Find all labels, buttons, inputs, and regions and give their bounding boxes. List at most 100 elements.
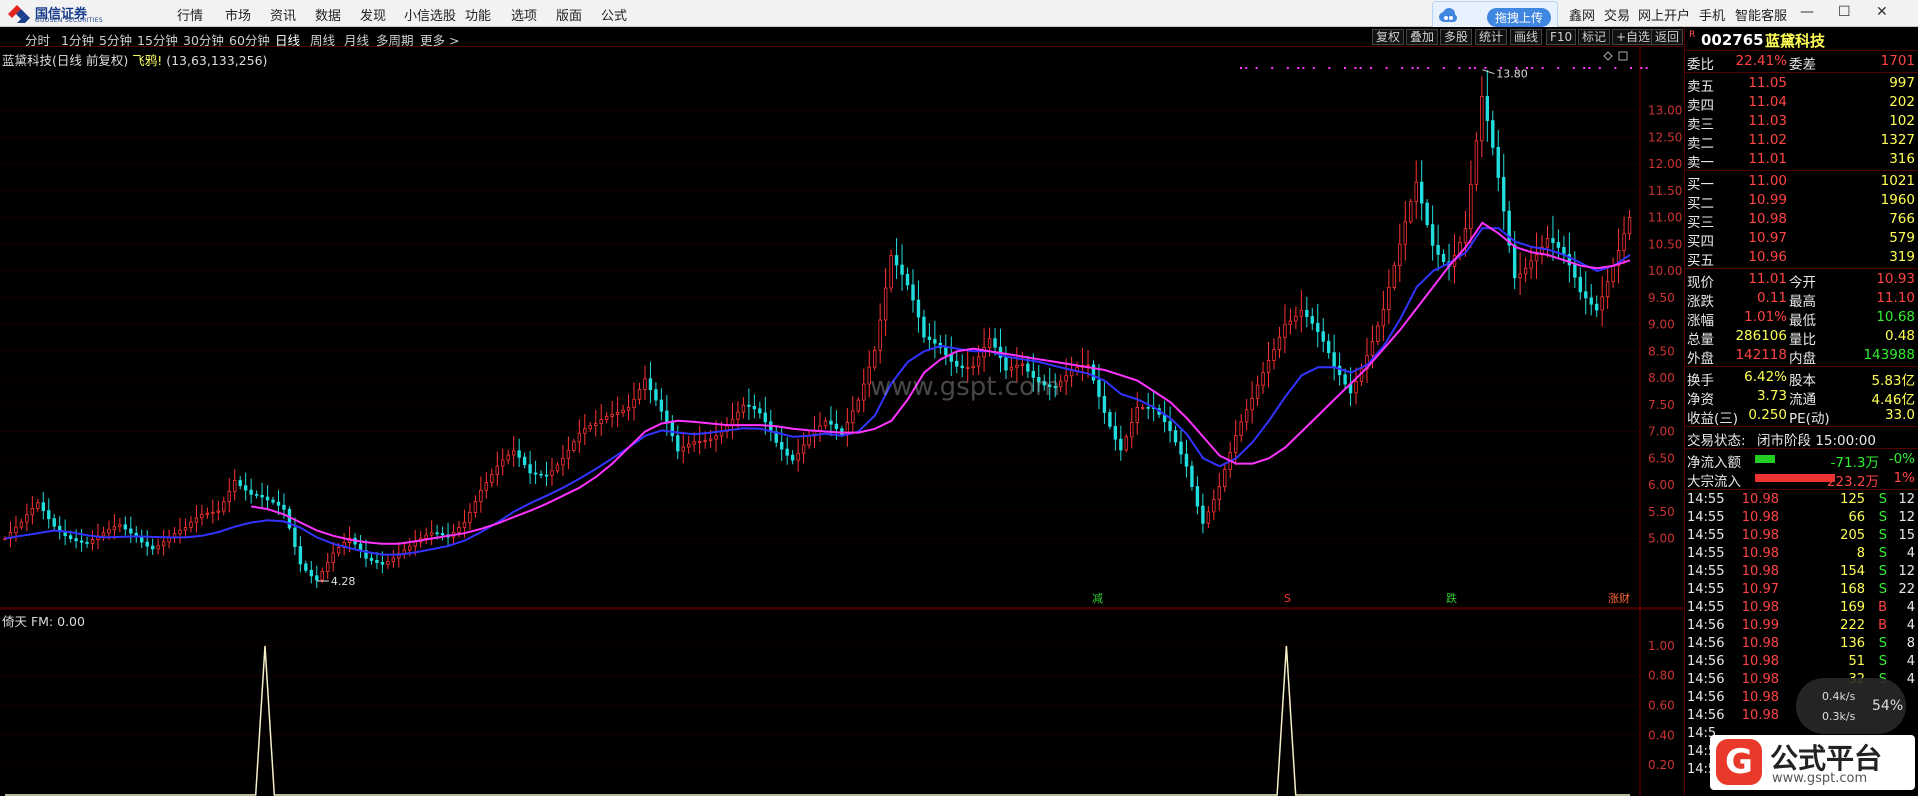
candle-body <box>249 489 253 495</box>
maximize-button[interactable]: ☐ <box>1838 4 1851 20</box>
tick-side: B <box>1878 600 1887 615</box>
toolbar-zixuan[interactable]: +自选 <box>1612 29 1655 45</box>
candle-body <box>1119 438 1123 451</box>
menu-kaihu[interactable]: 网上开户 <box>1638 5 1690 24</box>
menu-kefu[interactable]: 智能客服 <box>1735 5 1787 24</box>
speed-down: 0.3k/s <box>1822 710 1856 723</box>
buy-label: 买一 <box>1687 177 1714 193</box>
menu-jiaoyi[interactable]: 交易 <box>1604 5 1630 24</box>
candle-body <box>511 450 516 456</box>
y-tick-label: 12.50 <box>1648 130 1682 144</box>
stock-code: 002765 <box>1701 31 1764 49</box>
menu-xinwang[interactable]: 鑫网 <box>1569 5 1595 24</box>
signal-dot <box>1359 67 1362 69</box>
toolbar-tongji[interactable]: 统计 <box>1475 29 1508 45</box>
fund-label: 换手 <box>1687 373 1714 389</box>
quote-label: 涨跌 <box>1687 294 1714 310</box>
candle-body <box>872 349 877 368</box>
toolbar-fanhui[interactable]: 返回 <box>1651 29 1684 45</box>
sell-price: 11.05 <box>1748 75 1787 91</box>
buy-label: 买三 <box>1687 215 1714 231</box>
candle-body <box>1217 486 1221 500</box>
candle-body <box>287 508 292 529</box>
minimize-button[interactable]: — <box>1800 4 1814 20</box>
candle-body <box>506 454 510 461</box>
divider <box>1685 268 1918 269</box>
candle-body <box>424 534 428 539</box>
toolbar-f10[interactable]: F10 <box>1546 29 1577 45</box>
menu-gongshi[interactable]: 公式 <box>601 5 627 24</box>
menu-zixun[interactable]: 资讯 <box>270 5 296 24</box>
tick-row: 14:56 10.99 222 B 4 <box>1685 617 1918 635</box>
menu-shouji[interactable]: 手机 <box>1699 5 1725 24</box>
sell-label: 卖四 <box>1687 98 1714 114</box>
candle-body <box>987 338 992 348</box>
tick-side: B <box>1878 618 1887 633</box>
buy-row: 买一 11.00 1021 <box>1685 172 1918 193</box>
tick-price: 10.98 <box>1741 708 1779 723</box>
tick-row: 14:55 10.98 154 S 12 <box>1685 563 1918 581</box>
candle-body <box>293 527 297 547</box>
signal-dot <box>1500 67 1502 69</box>
candle-body <box>927 336 932 340</box>
candle-body <box>911 284 915 301</box>
candle-body <box>1004 357 1008 371</box>
tick-row: 14:55 10.98 66 S 12 <box>1685 509 1918 527</box>
candle-body <box>1600 296 1604 311</box>
menu-shichang[interactable]: 市场 <box>225 5 251 24</box>
candle-body <box>1283 323 1287 338</box>
candle-body <box>413 541 417 547</box>
buy-row: 买二 10.99 1960 <box>1685 191 1918 212</box>
menu-gongneng[interactable]: 功能 <box>465 5 491 24</box>
candle-body <box>681 446 685 452</box>
status-row: 交易状态: 闭市阶段 15:00:00 <box>1685 428 1918 449</box>
sell-volume: 997 <box>1889 75 1915 91</box>
toolbar-duogu[interactable]: 多股 <box>1440 29 1473 45</box>
candle-body <box>1556 242 1561 248</box>
signal-dot <box>1531 67 1534 69</box>
close-button[interactable]: ✕ <box>1876 4 1888 20</box>
candle-body <box>1425 202 1429 226</box>
candle-body <box>1064 375 1068 382</box>
tick-volume: 8 <box>1856 546 1865 561</box>
toolbar-diejia[interactable]: 叠加 <box>1406 29 1439 45</box>
toolbar-biaoji[interactable]: 标记 <box>1578 29 1611 45</box>
candle-body <box>265 496 270 501</box>
signal-dot <box>1354 67 1357 69</box>
candle-body <box>637 389 642 400</box>
tick-row: 14:56 10.98 136 S 8 <box>1685 635 1918 653</box>
tick-side: S <box>1878 582 1887 597</box>
menu-banmian[interactable]: 版面 <box>556 5 582 24</box>
candle-body <box>883 287 888 321</box>
candle-body <box>112 526 117 530</box>
toolbar-huaxian[interactable]: 画线 <box>1510 29 1543 45</box>
candle-body <box>1086 364 1090 367</box>
tick-time: 14:55 <box>1687 528 1725 543</box>
guosen-logo-icon <box>8 5 30 23</box>
menu-xuanxiang[interactable]: 选项 <box>511 5 537 24</box>
menu-hangqing[interactable]: 行情 <box>177 5 203 24</box>
candle-body <box>949 354 953 362</box>
tick-time: 14:56 <box>1687 618 1725 633</box>
tick-count: 4 <box>1906 672 1915 687</box>
tick-row: 14:56 10.98 51 S 4 <box>1685 653 1918 671</box>
speed-pct: 54% <box>1872 698 1904 714</box>
tick-price: 10.99 <box>1741 618 1779 633</box>
candlestick-chart[interactable]: 13.00 12.50 12.00 11.50 11.00 10.50 10.00 9.50 9… <box>0 47 1684 609</box>
candle-body <box>1430 224 1435 246</box>
menu-faxian[interactable]: 发现 <box>360 5 386 24</box>
chart-title-params: (13,63,133,256) <box>166 53 268 68</box>
candle-body <box>1097 379 1101 397</box>
indicator-chart[interactable]: 1.00 0.80 0.60 0.40 0.20 <box>0 609 1684 796</box>
candle-body <box>889 255 893 289</box>
tick-time: 14:56 <box>1687 690 1725 705</box>
tick-time: 14:56 <box>1687 636 1725 651</box>
menu-xuangu[interactable]: 小信选股 <box>404 5 456 24</box>
indicator-title: 倚天 FM: 0.00 <box>2 614 85 629</box>
candle-body <box>922 316 926 338</box>
menu-shuju[interactable]: 数据 <box>315 5 341 24</box>
buy-price: 10.96 <box>1748 249 1787 265</box>
tick-price: 10.98 <box>1741 690 1779 705</box>
fund-row: 换手 6.42% 股本 5.83亿 <box>1685 368 1918 389</box>
toolbar-fuquan[interactable]: 复权 <box>1372 29 1405 45</box>
